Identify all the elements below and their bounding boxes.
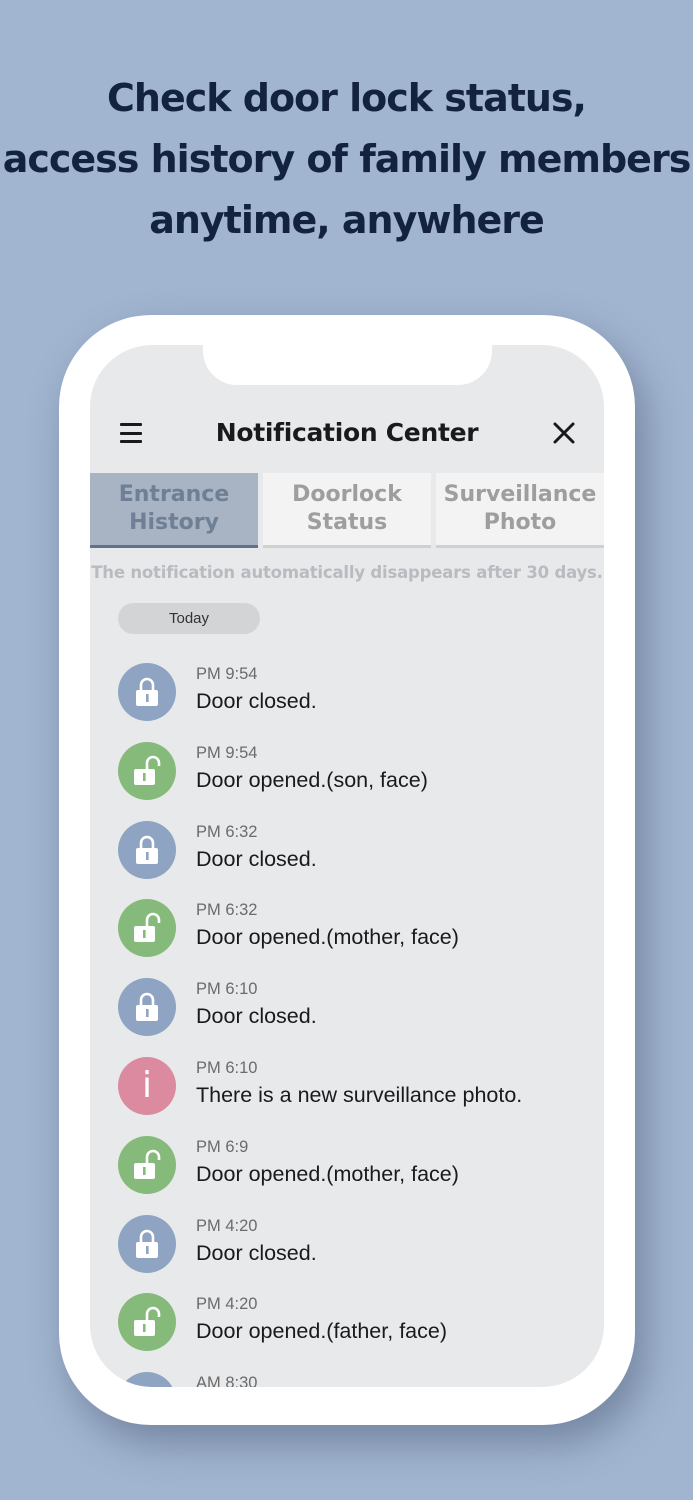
lock-closed-icon [118, 820, 176, 879]
notification-item[interactable]: PM 6:32 Door closed. [90, 820, 604, 891]
phone-notch [203, 345, 492, 385]
tab-surveillance-photo[interactable]: Surveillance Photo [436, 473, 604, 548]
notification-time: PM 6:9 [196, 1137, 249, 1156]
date-group-badge: Today [118, 603, 260, 634]
lock-closed-icon [118, 978, 176, 1037]
lock-open-icon [118, 1135, 176, 1194]
app-header: Notification Center [90, 411, 604, 455]
notification-message: Door closed. [196, 1004, 317, 1029]
tab-label-line: Entrance [118, 482, 230, 507]
notification-item[interactable]: PM 6:10 Door closed. [90, 978, 604, 1048]
notification-item[interactable]: PM 6:9 Door opened.(mother, face) [90, 1135, 604, 1206]
notification-item[interactable]: PM 9:54 Door closed. [90, 663, 604, 733]
notification-item[interactable]: PM 4:20 Door opened.(father, face) [90, 1293, 604, 1363]
notification-item[interactable]: i PM 6:10 There is a new surveillance phot… [90, 1057, 604, 1127]
headline: Check door lock status, access history o… [0, 68, 693, 251]
notification-message: Door opened.(father, face) [196, 1319, 447, 1344]
lock-open-icon [118, 1293, 176, 1352]
tab-label-line: History [129, 510, 219, 535]
headline-line-1: Check door lock status, [107, 76, 587, 120]
tab-doorlock-status[interactable]: Doorlock Status [263, 473, 431, 548]
tab-label-line: Surveillance [443, 482, 597, 507]
lock-closed-icon [118, 1214, 176, 1273]
notification-time: AM 8:30 [196, 1374, 258, 1387]
phone-frame: Notification Center Entrance History Door… [59, 315, 635, 1425]
tab-bar: Entrance History Doorlock Status Surveilla… [90, 473, 604, 548]
notification-message: Door opened.(mother, face) [196, 925, 459, 950]
notification-item[interactable]: AM 8:30 [90, 1372, 604, 1387]
notification-time: PM 6:32 [196, 901, 258, 920]
close-icon[interactable] [551, 420, 577, 446]
notification-time: PM 9:54 [196, 665, 258, 683]
notification-message: Door closed. [196, 846, 317, 871]
lock-closed-icon [118, 1372, 176, 1387]
notification-time: PM 6:10 [196, 1059, 258, 1077]
notification-time: PM 9:54 [196, 743, 258, 762]
tab-label-line: Doorlock [292, 482, 402, 507]
info-icon: i [118, 1057, 176, 1115]
notification-time: PM 6:10 [196, 980, 258, 999]
headline-line-3: anytime, anywhere [149, 198, 545, 242]
notification-item[interactable]: PM 4:20 Door closed. [90, 1214, 604, 1285]
notification-item[interactable]: PM 6:32 Door opened.(mother, face) [90, 899, 604, 969]
notification-message: There is a new surveillance photo. [196, 1083, 523, 1107]
notification-time: PM 6:32 [196, 822, 258, 841]
tab-label-line: Status [306, 510, 388, 535]
tab-entrance-history[interactable]: Entrance History [90, 473, 258, 548]
auto-delete-notice: The notification automatically disappear… [91, 563, 603, 582]
notification-message: Door closed. [196, 1240, 317, 1265]
tab-label-line: Photo [483, 510, 557, 535]
headline-line-2: access history of family members [2, 137, 692, 181]
notification-message: Door closed. [196, 689, 317, 713]
page-title: Notification Center [215, 418, 479, 447]
notification-time: PM 4:20 [196, 1295, 258, 1314]
notification-item[interactable]: PM 9:54 Door opened.(son, face) [90, 741, 604, 812]
lock-open-icon [118, 899, 176, 958]
lock-closed-icon [118, 663, 176, 721]
notification-time: PM 4:20 [196, 1216, 258, 1235]
notification-message: Door opened.(mother, face) [196, 1161, 459, 1186]
phone-screen: Notification Center Entrance History Door… [90, 345, 604, 1387]
notification-message: Door opened.(son, face) [196, 767, 428, 792]
lock-open-icon [118, 741, 176, 800]
